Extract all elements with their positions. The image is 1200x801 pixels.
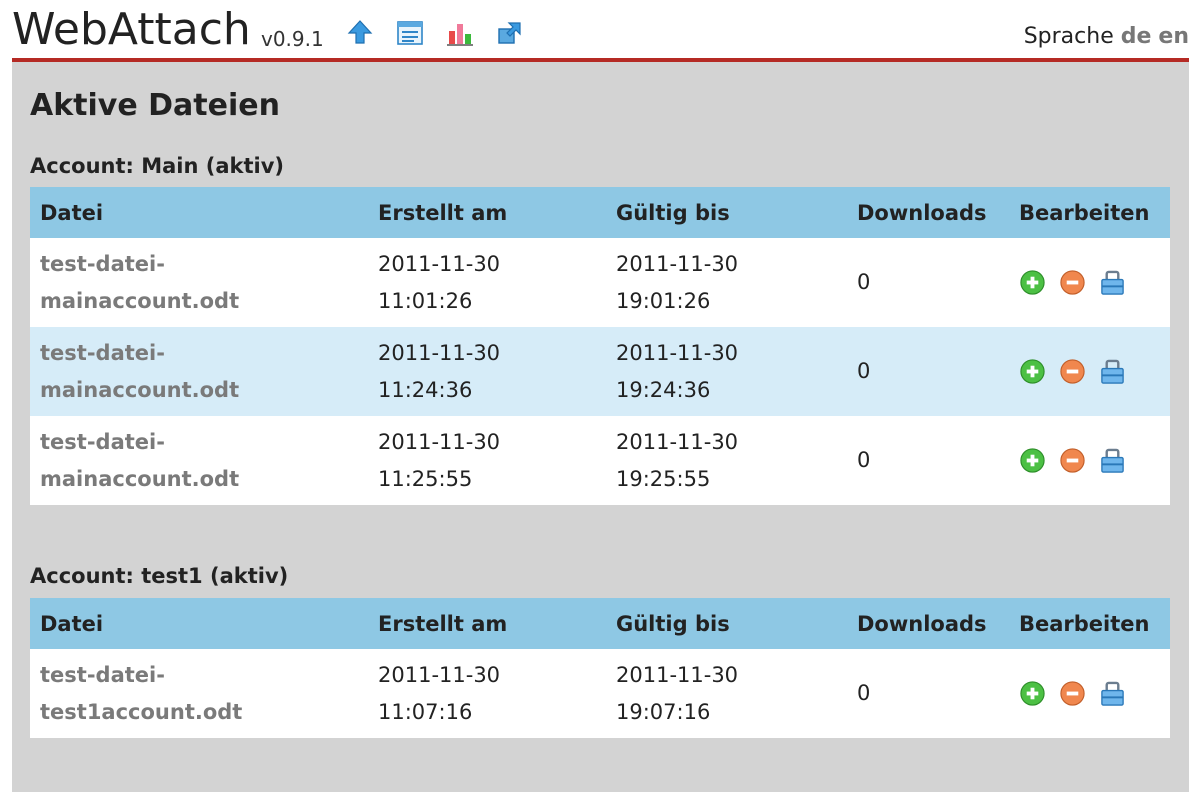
- column-header-file: Datei: [30, 598, 368, 649]
- app-header: WebAttach v0.9.1 Sprache de en: [12, 0, 1189, 62]
- column-header-valid-until: Gültig bis: [606, 187, 847, 238]
- app-version: v0.9.1: [261, 27, 324, 51]
- column-header-file: Datei: [30, 187, 368, 238]
- files-table: Datei Erstellt am Gültig bis Downloads B…: [30, 187, 1170, 505]
- external-link-icon[interactable]: [496, 19, 524, 47]
- created-cell: 2011-11-30 11:01:26: [368, 238, 606, 327]
- created-cell: 2011-11-30 11:24:36: [368, 327, 606, 416]
- column-header-valid-until: Gültig bis: [606, 598, 847, 649]
- nav-toolbar: [346, 19, 524, 47]
- downloads-cell: 0: [847, 238, 1009, 327]
- file-cell: test-datei-test1account.odt: [30, 649, 368, 738]
- table-header-row: Datei Erstellt am Gültig bis Downloads B…: [30, 598, 1170, 649]
- language-en-link[interactable]: en: [1158, 24, 1189, 49]
- account-title: Account: Main (aktiv): [30, 154, 285, 178]
- language-switcher: Sprache de en: [1024, 24, 1189, 49]
- page-title: Aktive Dateien: [30, 88, 280, 123]
- valid-until-cell: 2011-11-30 19:07:16: [606, 649, 847, 738]
- file-cell: test-datei-mainaccount.odt: [30, 327, 368, 416]
- column-header-edit: Bearbeiten: [1009, 598, 1170, 649]
- table-row: test-datei-mainaccount.odt 2011-11-30 11:…: [30, 416, 1170, 505]
- created-cell: 2011-11-30 11:07:16: [368, 649, 606, 738]
- extend-plus-icon[interactable]: [1019, 680, 1046, 707]
- edit-cell: [1009, 416, 1170, 505]
- file-link[interactable]: test-datei-mainaccount.odt: [40, 341, 239, 402]
- extend-plus-icon[interactable]: [1019, 269, 1046, 296]
- stats-chart-icon[interactable]: [446, 19, 474, 47]
- shorten-minus-icon[interactable]: [1059, 269, 1086, 296]
- lock-icon[interactable]: [1099, 269, 1126, 296]
- shorten-minus-icon[interactable]: [1059, 358, 1086, 385]
- files-table: Datei Erstellt am Gültig bis Downloads B…: [30, 598, 1170, 738]
- edit-cell: [1009, 238, 1170, 327]
- file-cell: test-datei-mainaccount.odt: [30, 238, 368, 327]
- edit-cell: [1009, 327, 1170, 416]
- table-row: test-datei-test1account.odt 2011-11-30 11…: [30, 649, 1170, 738]
- table-row: test-datei-mainaccount.odt 2011-11-30 11:…: [30, 238, 1170, 327]
- column-header-created: Erstellt am: [368, 598, 606, 649]
- valid-until-cell: 2011-11-30 19:24:36: [606, 327, 847, 416]
- account-title: Account: test1 (aktiv): [30, 564, 289, 588]
- file-link[interactable]: test-datei-mainaccount.odt: [40, 430, 239, 491]
- upload-icon[interactable]: [346, 19, 374, 47]
- list-icon[interactable]: [396, 19, 424, 47]
- lock-icon[interactable]: [1099, 447, 1126, 474]
- file-cell: test-datei-mainaccount.odt: [30, 416, 368, 505]
- shorten-minus-icon[interactable]: [1059, 447, 1086, 474]
- file-link[interactable]: test-datei-test1account.odt: [40, 663, 242, 724]
- extend-plus-icon[interactable]: [1019, 358, 1046, 385]
- table-header-row: Datei Erstellt am Gültig bis Downloads B…: [30, 187, 1170, 238]
- lock-icon[interactable]: [1099, 680, 1126, 707]
- app-title: WebAttach: [12, 4, 251, 55]
- downloads-cell: 0: [847, 327, 1009, 416]
- column-header-downloads: Downloads: [847, 598, 1009, 649]
- column-header-edit: Bearbeiten: [1009, 187, 1170, 238]
- language-de-link[interactable]: de: [1121, 24, 1152, 49]
- extend-plus-icon[interactable]: [1019, 447, 1046, 474]
- column-header-created: Erstellt am: [368, 187, 606, 238]
- downloads-cell: 0: [847, 416, 1009, 505]
- shorten-minus-icon[interactable]: [1059, 680, 1086, 707]
- column-header-downloads: Downloads: [847, 187, 1009, 238]
- downloads-cell: 0: [847, 649, 1009, 738]
- table-row: test-datei-mainaccount.odt 2011-11-30 11:…: [30, 327, 1170, 416]
- edit-cell: [1009, 649, 1170, 738]
- main-content: Aktive Dateien Account: Main (aktiv) Dat…: [12, 62, 1189, 792]
- valid-until-cell: 2011-11-30 19:01:26: [606, 238, 847, 327]
- lock-icon[interactable]: [1099, 358, 1126, 385]
- language-label: Sprache: [1023, 24, 1114, 49]
- valid-until-cell: 2011-11-30 19:25:55: [606, 416, 847, 505]
- file-link[interactable]: test-datei-mainaccount.odt: [40, 252, 239, 313]
- created-cell: 2011-11-30 11:25:55: [368, 416, 606, 505]
